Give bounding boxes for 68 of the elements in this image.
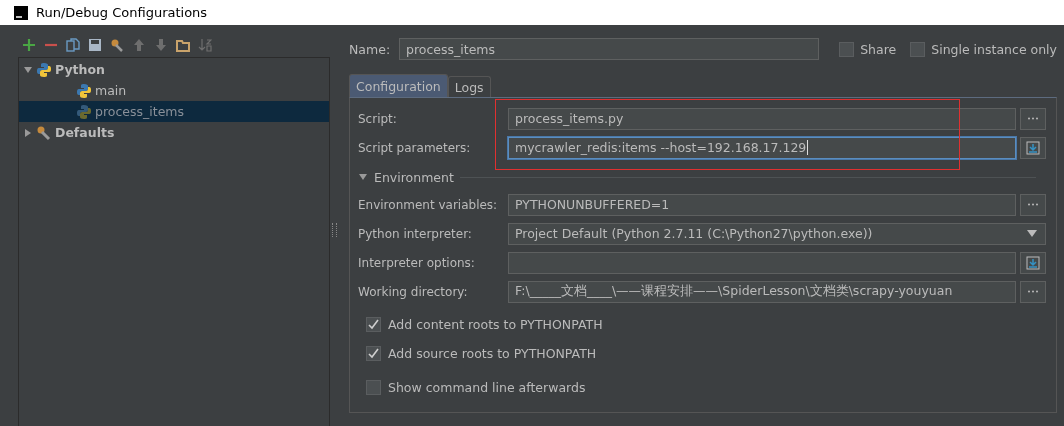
ellipsis-icon — [1028, 203, 1038, 206]
browse-button[interactable] — [1020, 193, 1046, 216]
ellipsis-icon — [1028, 117, 1038, 120]
collapse-arrow-icon[interactable] — [358, 172, 368, 182]
splitter-handle[interactable] — [332, 222, 337, 237]
expand-editor-button[interactable] — [1020, 136, 1046, 159]
field-label: Script parameters: — [358, 140, 472, 155]
name-label: Name: — [349, 41, 392, 57]
python-icon — [36, 61, 52, 78]
name-field[interactable]: process_items — [399, 38, 819, 60]
interpreter-dropdown[interactable]: Project Default (Python 2.7.11 (C:\Python27\python.exe)) — [508, 222, 1046, 245]
add-icon[interactable] — [22, 38, 36, 52]
wrench-icon — [36, 124, 52, 141]
python-icon — [76, 82, 92, 99]
tab[interactable]: Logs — [447, 76, 491, 97]
checkbox[interactable] — [366, 317, 381, 332]
tab[interactable]: Configuration — [349, 74, 448, 97]
dropdown-value: Project Default (Python 2.7.11 (C:\Python27\python.exe)) — [515, 226, 873, 241]
checkbox[interactable] — [366, 380, 381, 395]
checkbox-label: Single instance only — [931, 41, 1057, 57]
checkbox[interactable] — [366, 346, 381, 361]
copy-icon[interactable] — [66, 38, 80, 52]
field-label: Script: — [358, 111, 398, 126]
expand-arrow-icon[interactable] — [23, 127, 33, 138]
checkbox-label: Add source roots to PYTHONPATH — [388, 346, 597, 361]
folder-icon[interactable] — [176, 38, 190, 52]
checkbox[interactable] — [910, 41, 926, 57]
expand-editor-button[interactable] — [1020, 251, 1046, 274]
tree-item-label: Python — [55, 62, 105, 77]
tree-item[interactable]: Python — [19, 59, 329, 80]
window-title: Run/Debug Configurations — [36, 5, 208, 20]
field-label: Working directory: — [358, 284, 469, 299]
browse-button[interactable] — [1020, 280, 1046, 303]
input-field[interactable]: process_items.py — [508, 107, 1016, 130]
text-cursor — [807, 140, 809, 155]
input-field[interactable]: mycrawler_redis:items --host=192.168.17.129 — [508, 136, 1016, 159]
sort-icon[interactable] — [198, 38, 212, 52]
input-field[interactable] — [508, 251, 1016, 274]
dropdown-arrow-icon — [1027, 230, 1037, 237]
field-label: Python interpreter: — [358, 226, 473, 241]
tree-item[interactable]: process_items — [19, 101, 329, 122]
expand-field-icon — [1026, 140, 1040, 155]
tree-item-label: process_items — [95, 104, 185, 119]
edit-defaults-icon[interactable] — [110, 38, 124, 52]
move-up-icon[interactable] — [132, 38, 146, 52]
tree-item[interactable]: main — [19, 80, 329, 101]
checkbox-label: Show command line afterwards — [388, 380, 586, 395]
tree-item-label: Defaults — [55, 125, 115, 140]
collapse-arrow-icon[interactable] — [23, 64, 33, 75]
input-field[interactable]: F:\_____文档____\——课程安排——\SpiderLesson\文档类\scrapy-youyuan — [508, 280, 1016, 303]
tree-item-label: main — [95, 83, 127, 98]
ellipsis-icon — [1028, 290, 1038, 293]
check-mark-icon — [368, 319, 379, 330]
input-field[interactable]: PYTHONUNBUFFERED=1 — [508, 193, 1016, 216]
checkbox-label: Add content roots to PYTHONPATH — [388, 317, 603, 332]
app-logo-icon — [14, 5, 28, 20]
section-title: Environment — [374, 169, 454, 185]
checkbox[interactable] — [839, 41, 855, 57]
expand-field-icon — [1026, 255, 1040, 270]
field-label: Environment variables: — [358, 197, 499, 212]
checkbox-label: Share — [860, 41, 897, 57]
check-mark-icon — [368, 348, 379, 359]
field-label: Interpreter options: — [358, 255, 476, 270]
save-icon[interactable] — [88, 38, 102, 52]
python-icon — [76, 103, 92, 120]
move-down-icon[interactable] — [154, 38, 168, 52]
tree-item[interactable]: Defaults — [19, 122, 329, 143]
browse-button[interactable] — [1020, 107, 1046, 130]
